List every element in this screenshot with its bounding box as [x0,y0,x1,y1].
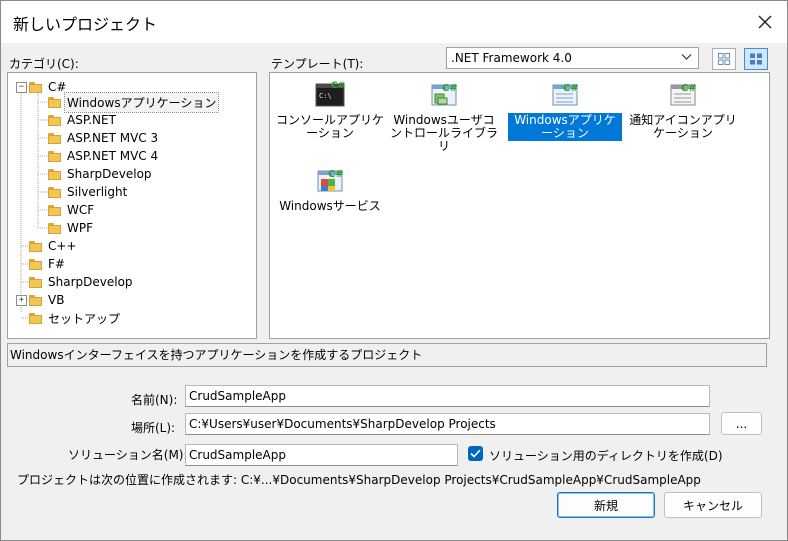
template-notify-icon-application[interactable]: C# 通知アイコンアプリケーション [626,79,740,141]
tree-item-cpp[interactable]: C++ [29,237,79,255]
tree-item-aspnet-mvc4[interactable]: ASP.NET MVC 4 [48,147,160,165]
folder-icon [48,114,61,126]
tree-item-windows-application[interactable]: Windowsアプリケーション [48,91,220,113]
close-icon [758,15,772,29]
tree-item-aspnet[interactable]: ASP.NET [48,111,118,129]
large-icons-icon [718,53,730,65]
template-list[interactable]: C:\ C# コンソールアプリケーション C# Windowsユーザコントロール… [269,72,770,339]
window-title: 新しいプロジェクト [13,15,158,34]
name-label: 名前(N): [131,393,178,407]
solution-name-label: ソリューション名(M): [68,448,188,462]
template-console-application[interactable]: C:\ C# コンソールアプリケーション [273,79,387,141]
tree-item-label: WPF [67,221,94,235]
description-text: Windowsインターフェイスを持つアプリケーションを作成するプロジェクト [10,348,423,362]
name-value: CrudSampleApp [189,389,286,403]
folder-icon [48,186,61,198]
svg-text:C#: C# [681,83,697,94]
notify-icon-app-icon: C# [667,79,699,111]
tree-item-fsharp[interactable]: F# [29,255,67,273]
template-label: Windowsサービス [279,199,381,213]
folder-icon [48,96,61,108]
svg-text:C:\: C:\ [319,92,332,100]
project-path-info: プロジェクトは次の位置に作成されます: C:¥...¥Documents¥Sha… [17,473,701,487]
svg-text:C#: C# [331,81,345,91]
tree-item-label: VB [48,293,65,307]
tree-item-label: ASP.NET MVC 4 [67,149,159,163]
folder-icon [48,168,61,180]
chevron-down-icon [681,54,692,60]
list-icon [750,53,762,65]
console-app-icon: C:\ C# [314,79,346,111]
template-label: Windowsユーザコントロールライブラリ [389,113,498,153]
list-view-button[interactable] [744,48,768,70]
tree-item-silverlight[interactable]: Silverlight [48,183,129,201]
folder-icon [48,150,61,162]
tree-expander-vb[interactable]: + [16,295,27,306]
windows-app-icon: C# [549,79,581,111]
svg-text:C#: C# [442,83,458,94]
tree-item-vb[interactable]: VB [29,291,66,309]
tree-item-label: F# [48,257,65,271]
template-description: Windowsインターフェイスを持つアプリケーションを作成するプロジェクト [7,343,767,367]
template-windows-service[interactable]: C# Windowsサービス [273,165,387,214]
solution-name-value: CrudSampleApp [189,448,286,462]
folder-icon [29,258,42,270]
solution-name-input[interactable]: CrudSampleApp [185,444,458,466]
tree-item-label: セットアップ [48,311,121,326]
category-label: カテゴリ(C): [9,57,79,71]
folder-icon [29,81,42,93]
tree-item-label: C++ [48,239,77,253]
location-input[interactable]: C:¥Users¥user¥Documents¥SharpDevelop Pro… [185,413,710,435]
template-label: テンプレート(T): [271,57,364,71]
tree-item-setup[interactable]: セットアップ [29,309,122,327]
tree-item-wcf[interactable]: WCF [48,201,96,219]
location-label: 場所(L): [131,421,176,435]
framework-value: .NET Framework 4.0 [451,51,572,65]
check-icon [470,449,481,458]
close-button[interactable] [745,5,785,39]
template-label: コンソールアプリケーション [275,113,384,140]
folder-icon [29,276,42,288]
template-user-control-library[interactable]: C# Windowsユーザコントロールライブラリ [387,79,501,154]
name-input[interactable]: CrudSampleApp [185,385,710,407]
title-bar: 新しいプロジェクト [1,1,787,43]
create-directory-checkbox[interactable] [468,446,483,461]
tree-item-sharpdevelop-cs[interactable]: SharpDevelop [48,165,154,183]
tree-item-aspnet-mvc3[interactable]: ASP.NET MVC 3 [48,129,160,147]
new-project-dialog: 新しいプロジェクト カテゴリ(C): − + C# Windowsアプリケーショ… [0,0,788,541]
folder-icon [48,222,61,234]
tree-item-label: WCF [67,203,95,217]
tree-item-label: SharpDevelop [67,167,152,181]
browse-button[interactable]: ... [721,412,762,435]
tree-expander-csharp[interactable]: − [16,82,27,93]
folder-icon [29,240,42,252]
tree-item-label: ASP.NET MVC 3 [67,131,159,145]
tree-item-wpf[interactable]: WPF [48,219,95,237]
tree-item-sharpdevelop[interactable]: SharpDevelop [29,273,135,291]
tree-item-label: Windowsアプリケーション [63,91,220,113]
new-button[interactable]: 新規 [557,492,655,518]
create-directory-label: ソリューション用のディレクトリを作成(D) [489,449,723,463]
framework-select[interactable]: .NET Framework 4.0 [446,47,699,69]
large-icons-view-button[interactable] [712,48,736,70]
svg-text:C#: C# [563,83,579,94]
template-label: 通知アイコンアプリケーション [629,113,737,140]
user-control-icon: C# [428,79,460,111]
folder-icon [48,204,61,216]
tree-item-label: Silverlight [67,185,128,199]
windows-service-icon: C# [314,165,346,197]
template-windows-application[interactable]: C# Windowsアプリケーション [508,79,622,141]
folder-icon [29,312,42,324]
cancel-button[interactable]: キャンセル [664,492,762,518]
folder-icon [29,294,42,306]
folder-icon [48,132,61,144]
tree-item-label: SharpDevelop [48,275,133,289]
svg-text:C#: C# [328,169,344,180]
tree-item-label: ASP.NET [67,113,116,127]
category-tree[interactable]: − + C# Windowsアプリケーション ASP.NET ASP.NET M… [7,72,257,339]
location-value: C:¥Users¥user¥Documents¥SharpDevelop Pro… [189,417,496,431]
template-label: Windowsアプリケーション [508,113,622,141]
